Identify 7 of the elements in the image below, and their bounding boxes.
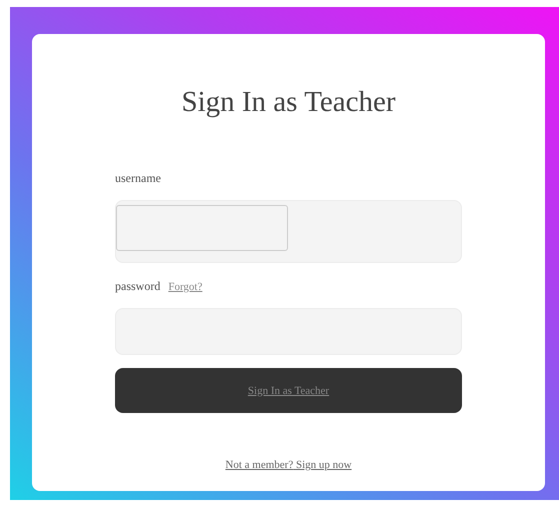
field-label: password xyxy=(115,279,160,294)
page-title: Sign In as Teacher xyxy=(180,85,397,119)
username-field[interactable] xyxy=(116,205,288,251)
field-label: username xyxy=(115,171,161,186)
forgot-link[interactable]: Forgot? xyxy=(168,281,202,293)
sign-in-button[interactable]: Sign In as Teacher xyxy=(115,368,462,413)
sign-up-link[interactable]: Not a member? Sign up now xyxy=(225,459,352,471)
